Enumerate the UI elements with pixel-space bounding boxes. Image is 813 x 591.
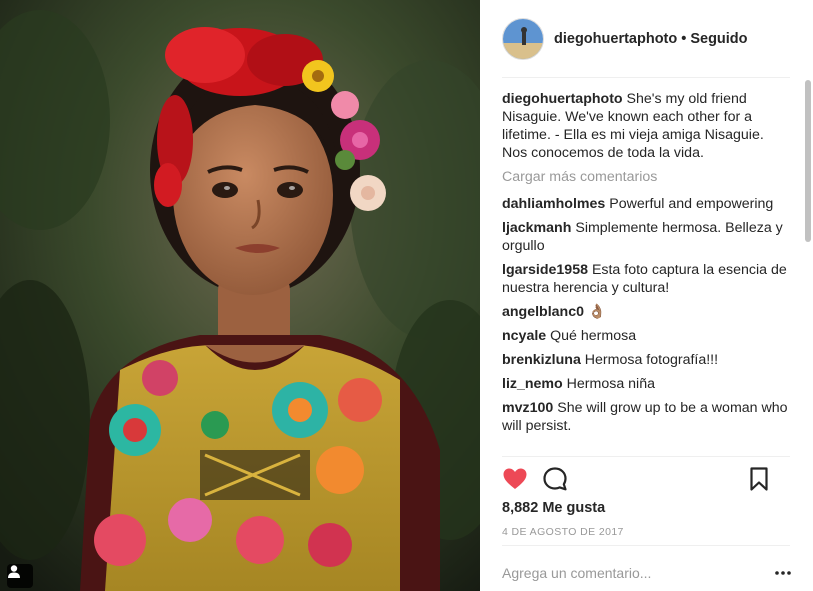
comments-scrollbar[interactable] xyxy=(805,80,811,242)
separator-dot: • xyxy=(681,31,687,47)
avatar[interactable] xyxy=(502,18,544,60)
comment-username[interactable]: ncyale xyxy=(502,328,546,344)
post-header: diegohuertaphoto • Seguido xyxy=(480,0,813,78)
comment-item: mvz100 She will grow up to be a woman wh… xyxy=(502,399,790,435)
comment-username[interactable]: dahliamholmes xyxy=(502,196,605,212)
divider xyxy=(502,77,790,78)
load-more-comments-link[interactable]: Cargar más comentarios xyxy=(502,168,790,186)
bookmark-icon[interactable] xyxy=(746,466,772,492)
comment-item: lgarside1958 Esta foto captura la esenci… xyxy=(502,261,790,297)
follow-status-button[interactable]: Seguido xyxy=(690,31,747,47)
add-comment-input[interactable] xyxy=(502,562,742,584)
user-tag-icon[interactable] xyxy=(7,564,33,588)
comment-text: Powerful and empowering xyxy=(609,196,774,212)
comment-text: 👌🏽 xyxy=(587,304,606,320)
comment-item: ncyale Qué hermosa xyxy=(502,327,790,345)
header-username[interactable]: diegohuertaphoto xyxy=(554,31,677,47)
caption-username[interactable]: diegohuertaphoto xyxy=(502,91,623,107)
comment-text: Hermosa fotografía!!! xyxy=(584,352,719,368)
likes-count[interactable]: 8,882 Me gusta xyxy=(502,500,605,516)
comment-item: dahliamholmes Powerful and empowering xyxy=(502,195,790,213)
comment-username[interactable]: liz_nemo xyxy=(502,376,563,392)
post-caption: diegohuertaphoto She's my old friend Nis… xyxy=(502,90,790,162)
comment-item: brenkizluna Hermosa fotografía!!! xyxy=(502,351,790,369)
portrait-illustration xyxy=(0,0,480,591)
comment-item: ljackmanh Simplemente hermosa. Belleza y… xyxy=(502,219,790,255)
comment-item: angelblanc0 👌🏽 xyxy=(502,303,790,321)
action-bar xyxy=(502,466,792,492)
comment-username[interactable]: angelblanc0 xyxy=(502,304,584,320)
heart-icon[interactable] xyxy=(502,466,528,492)
more-options-icon[interactable] xyxy=(774,566,792,580)
comment-text: Hermosa niña xyxy=(566,376,655,392)
post-date: 4 DE AGOSTO DE 2017 xyxy=(502,526,624,538)
comment-item: liz_nemo Hermosa niña xyxy=(502,375,790,393)
comment-icon[interactable] xyxy=(542,466,568,492)
divider xyxy=(502,545,790,546)
comments-list[interactable]: diegohuertaphoto She's my old friend Nis… xyxy=(502,90,790,456)
comment-username[interactable]: brenkizluna xyxy=(502,352,581,368)
comment-username[interactable]: lgarside1958 xyxy=(502,262,588,278)
post-side-panel: diegohuertaphoto • Seguido diegohuertaphot… xyxy=(480,0,813,591)
header-user-line: diegohuertaphoto • Seguido xyxy=(554,31,748,47)
comment-username[interactable]: ljackmanh xyxy=(502,220,571,236)
divider xyxy=(502,456,790,457)
comment-text: Qué hermosa xyxy=(550,328,637,344)
post-photo[interactable] xyxy=(0,0,480,591)
comment-username[interactable]: mvz100 xyxy=(502,400,553,416)
